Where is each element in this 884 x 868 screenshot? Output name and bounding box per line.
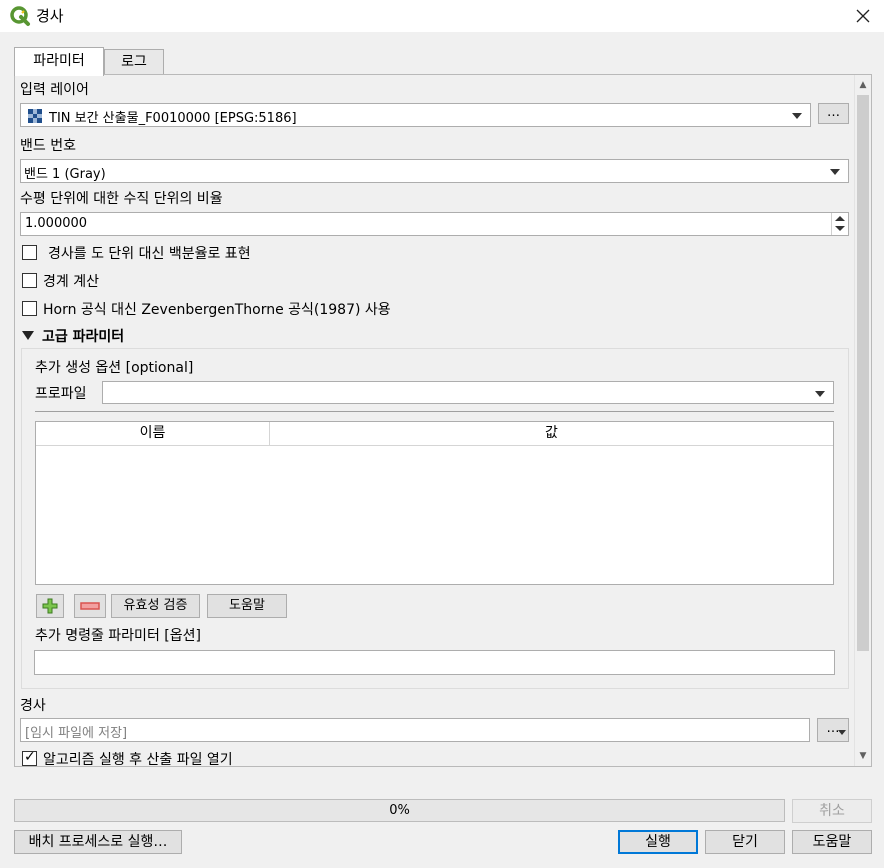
add-row-button[interactable] xyxy=(36,594,64,618)
ratio-value: 1.000000 xyxy=(25,216,88,231)
open-after-label: 알고리즘 실행 후 산출 파일 열기 xyxy=(43,752,233,767)
scroll-up-icon[interactable]: ▲ xyxy=(855,77,871,93)
profile-label: 프로파일 xyxy=(35,386,87,402)
scroll-down-icon[interactable]: ▼ xyxy=(855,748,871,764)
window-title: 경사 xyxy=(36,7,64,25)
help-table-button[interactable]: 도움말 xyxy=(207,594,287,618)
output-label: 경사 xyxy=(20,698,46,714)
vertical-scrollbar[interactable]: ▲ ▼ xyxy=(854,75,871,766)
chevron-down-icon xyxy=(815,391,825,397)
plus-icon xyxy=(42,598,58,614)
output-browse-button[interactable]: … xyxy=(817,718,849,742)
tab-log[interactable]: 로그 xyxy=(104,49,164,74)
extra-cmd-input[interactable] xyxy=(34,650,835,675)
column-header-value[interactable]: 값 xyxy=(270,422,833,446)
close-button[interactable]: 닫기 xyxy=(705,830,785,854)
extra-cmd-label: 추가 명령줄 파라미터 [옵션] xyxy=(35,628,201,644)
batch-process-button[interactable]: 배치 프로세스로 실행… xyxy=(14,830,182,854)
input-layer-combo[interactable]: TIN 보간 산출물_F0010000 [EPSG:5186] xyxy=(20,103,811,127)
profile-combo[interactable] xyxy=(102,381,834,404)
remove-row-button[interactable] xyxy=(74,594,106,618)
spin-down-icon[interactable] xyxy=(835,226,845,231)
zevenbergen-label: Horn 공식 대신 ZevenbergenThorne 공식(1987) 사용 xyxy=(43,302,391,318)
progress-bar: 0% xyxy=(14,799,785,822)
input-layer-value: TIN 보간 산출물_F0010000 [EPSG:5186] xyxy=(49,111,297,126)
raster-layer-icon xyxy=(28,109,42,123)
creation-options-label: 추가 생성 옵션 [optional] xyxy=(35,360,194,376)
table-header: 이름 값 xyxy=(36,422,833,446)
tab-parameters[interactable]: 파라미터 xyxy=(14,47,104,76)
ratio-spinbox[interactable]: 1.000000 xyxy=(20,212,849,236)
qgis-logo-icon xyxy=(10,6,30,26)
output-file-input[interactable]: [임시 파일에 저장] xyxy=(20,718,810,742)
title-bar: 경사 xyxy=(0,0,884,32)
zevenbergen-checkbox[interactable] xyxy=(22,301,37,316)
edges-checkbox[interactable] xyxy=(22,273,37,288)
help-button[interactable]: 도움말 xyxy=(792,830,872,854)
percent-checkbox[interactable] xyxy=(22,245,37,260)
scrollbar-thumb[interactable] xyxy=(857,95,869,651)
checkmark-icon: ✓ xyxy=(24,749,36,765)
minus-icon xyxy=(80,602,100,610)
parameters-panel: 입력 레이어 TIN 보간 산출물_F0010000 [EPSG:5186] …… xyxy=(14,74,872,767)
column-header-name[interactable]: 이름 xyxy=(36,422,270,446)
spin-buttons[interactable] xyxy=(831,213,848,235)
input-layer-browse-button[interactable]: … xyxy=(818,103,849,124)
ratio-label: 수평 단위에 대한 수직 단위의 비율 xyxy=(20,191,223,207)
band-label: 밴드 번호 xyxy=(20,138,76,154)
input-layer-label: 입력 레이어 xyxy=(20,82,89,98)
spin-up-icon[interactable] xyxy=(835,216,845,221)
cancel-button[interactable]: 취소 xyxy=(792,799,872,823)
divider xyxy=(35,411,834,412)
run-button[interactable]: 실행 xyxy=(618,830,698,854)
chevron-down-icon xyxy=(838,730,846,735)
progress-text: 0% xyxy=(389,803,410,818)
creation-options-table[interactable]: 이름 값 xyxy=(35,421,834,585)
open-after-checkbox[interactable]: ✓ xyxy=(22,749,37,766)
advanced-header[interactable]: 고급 파라미터 xyxy=(42,326,124,346)
validate-button[interactable]: 유효성 검증 xyxy=(111,594,200,618)
collapse-triangle-icon[interactable] xyxy=(22,331,34,341)
band-combo[interactable]: 밴드 1 (Gray) xyxy=(20,159,849,183)
chevron-down-icon xyxy=(830,169,840,175)
edges-label: 경계 계산 xyxy=(43,274,99,290)
chevron-down-icon xyxy=(792,113,802,119)
close-icon[interactable] xyxy=(850,3,876,29)
band-value: 밴드 1 (Gray) xyxy=(24,167,106,182)
output-placeholder: [임시 파일에 저장] xyxy=(25,726,128,741)
percent-label: 경사를 도 단위 대신 백분율로 표현 xyxy=(48,246,251,262)
